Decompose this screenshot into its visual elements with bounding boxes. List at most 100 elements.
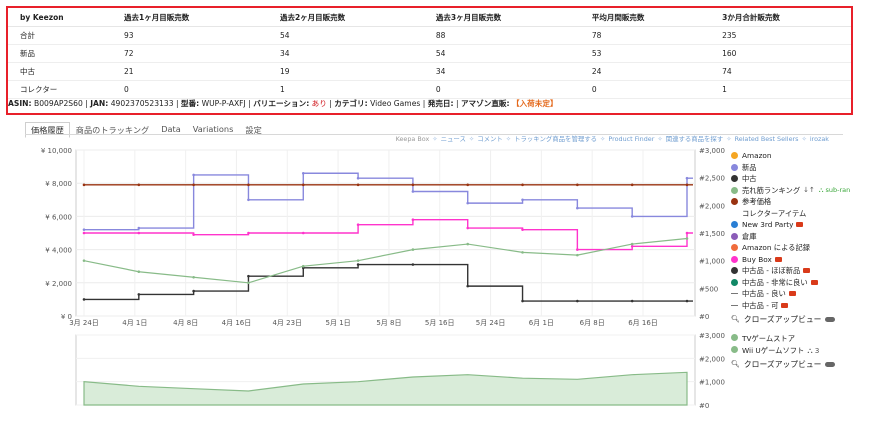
category-value: Video Games — [370, 99, 421, 108]
legend-dot-icon — [731, 278, 738, 286]
legend-item[interactable]: 参考価格 — [731, 196, 850, 208]
legend-label: 中古品 - 非常に良い — [742, 277, 808, 287]
model-value: WUP-P-AXFJ — [201, 99, 246, 108]
stats-cell: 160 — [710, 44, 851, 63]
main-plot-frame — [75, 149, 696, 317]
keepa-links-bar: Keepa Box ✧ ニュース ✧ コメント ✧ トラッキング商品を管理する ✧ Produc… — [396, 134, 829, 143]
series-point-新品 — [137, 226, 141, 230]
series-point-参考価格 — [466, 183, 470, 187]
stats-header-cell: 平均月間販売数 — [579, 8, 711, 27]
magnifier-icon: 🔍︎ — [731, 315, 740, 323]
closeup-toggle[interactable]: 🔍︎ クローズアップビュー — [731, 314, 850, 326]
left-tick-label: ¥ 4,000 — [45, 247, 72, 255]
legend-item[interactable]: Amazon による記録 — [731, 242, 850, 254]
legend-item[interactable]: 中古品 - ほぼ新品 — [731, 265, 850, 277]
rank-right-tick-label: #3,000 — [699, 332, 725, 340]
legend-label: コレクターアイテム — [742, 208, 807, 218]
stats-header-row: by Keezon 過去1ヶ月目販売数 過去2ヶ月目販売数 過去3ヶ月目販売数 平均月間… — [8, 8, 851, 27]
link-separator-icon: ✧ — [505, 135, 512, 143]
series-point-Buy Box — [82, 231, 86, 235]
x-tick-label: 6月 8日 — [580, 319, 605, 327]
magnifier-icon: 🔍︎ — [731, 360, 740, 368]
keepa-link[interactable]: ニュース — [441, 135, 466, 143]
stats-cell: 1 — [267, 80, 424, 99]
legend-item[interactable]: 中古品 - 可 — [731, 300, 850, 312]
legend-item[interactable]: 中古 — [731, 173, 850, 185]
keepa-link[interactable]: 関連する商品を探す — [666, 135, 724, 143]
right-tick-label: #3,000 — [699, 147, 725, 155]
rank-chart-legend: TVゲームストア Wii Uゲームソフト ⛬ 3 🔍︎ クローズアップビュー — [731, 333, 836, 371]
toggle-switch-icon[interactable] — [825, 317, 836, 323]
link-separator-icon: ✧ — [468, 135, 475, 143]
tab-4[interactable]: 設定 — [239, 122, 267, 138]
x-tick-label: 6月 1日 — [529, 319, 554, 327]
series-point-売れ筋ランキング — [192, 275, 195, 279]
series-point-中古 — [137, 293, 141, 296]
series-point-中古 — [192, 289, 195, 293]
legend-label: New 3rd Party — [742, 220, 794, 229]
legend-item[interactable]: TVゲームストア — [731, 333, 835, 345]
series-point-Buy Box — [137, 231, 141, 235]
series-point-中古 — [301, 266, 305, 270]
x-tick-label: 5月 8日 — [376, 319, 401, 327]
series-line-新品 — [84, 172, 693, 231]
stats-header-cell: 過去2ヶ月目販売数 — [267, 8, 424, 27]
closeup-toggle[interactable]: 🔍︎ クローズアップビュー — [731, 359, 836, 371]
series-point-中古 — [82, 298, 86, 301]
legend-item[interactable]: 倉庫 — [731, 231, 850, 243]
stats-row: コレクター 0 1 0 0 1 — [8, 80, 851, 99]
variation-value[interactable]: あり — [312, 99, 327, 108]
sub-rank-label[interactable]: ⛬ sub-ran — [819, 185, 850, 197]
series-point-売れ筋ランキング — [356, 259, 360, 262]
keepa-link[interactable]: Product Finder — [608, 135, 654, 143]
stats-cell: 0 — [423, 80, 580, 99]
stats-row: 新品 72 34 54 53 160 — [8, 44, 851, 63]
toggle-switch-icon[interactable] — [825, 362, 836, 368]
legend-item[interactable]: 中古品 - 良い — [731, 288, 850, 300]
sort-arrows-icon[interactable]: ↓↑ — [803, 185, 815, 197]
legend-dot-icon — [731, 345, 738, 353]
stats-cell: 34 — [423, 62, 580, 81]
legend-item[interactable]: 新品 — [731, 162, 850, 174]
legend-dot-icon — [731, 221, 738, 229]
legend-item[interactable]: New 3rd Party — [731, 219, 850, 231]
tab-3[interactable]: Variations — [187, 122, 240, 138]
tab-0[interactable]: 価格履歴 — [25, 122, 70, 138]
series-point-参考価格 — [521, 183, 524, 187]
legend-dash-icon — [731, 293, 738, 295]
series-point-新品 — [301, 171, 305, 175]
legend-item[interactable]: コレクターアイテム — [731, 208, 850, 220]
shipping-truck-icon — [803, 268, 811, 274]
stats-header-cell: 3か月合計販売数 — [710, 8, 851, 27]
rank-plot-frame — [75, 334, 696, 406]
legend-item[interactable]: 中古品 - 非常に良い — [731, 277, 850, 289]
legend-item[interactable]: Amazon — [731, 150, 850, 162]
stats-cell: 72 — [112, 44, 268, 63]
series-point-Buy Box — [630, 244, 634, 248]
stats-cell: 0 — [112, 80, 268, 99]
keepa-link[interactable]: irozak — [810, 135, 829, 143]
series-point-中古 — [356, 263, 360, 266]
keepa-link[interactable]: Keepa Box — [396, 135, 430, 143]
tab-2[interactable]: Data — [155, 122, 187, 138]
series-point-新品 — [685, 176, 689, 180]
legend-label: Buy Box — [742, 254, 772, 264]
shipping-truck-icon — [788, 291, 796, 297]
series-point-新品 — [630, 215, 634, 218]
legend-item[interactable]: Wii Uゲームソフト ⛬ 3 — [731, 345, 835, 357]
keepa-link[interactable]: コメント — [477, 135, 503, 143]
x-tick-label: 5月 16日 — [425, 319, 455, 327]
x-tick-label: 4月 23日 — [272, 319, 302, 327]
keepa-link[interactable]: Related Best Sellers — [735, 135, 799, 143]
series-point-売れ筋ランキング — [301, 264, 305, 268]
stats-row: 中古 21 19 34 24 74 — [8, 62, 851, 81]
legend-item[interactable]: Buy Box — [731, 254, 850, 266]
tab-1[interactable]: 商品のトラッキング — [70, 122, 155, 138]
legend-item[interactable]: 売れ筋ランキング ↓↑ ⛬ sub-ran — [731, 185, 850, 197]
stats-row: 合計 93 54 88 78 235 — [8, 26, 851, 45]
legend-label: Amazon — [742, 151, 772, 160]
amazon-direct-value: 【入荷未定】 — [511, 99, 558, 108]
keepa-link[interactable]: トラッキング商品を管理する — [514, 135, 597, 143]
series-point-参考価格 — [411, 183, 415, 187]
rank-right-tick-label: #2,000 — [699, 355, 725, 363]
